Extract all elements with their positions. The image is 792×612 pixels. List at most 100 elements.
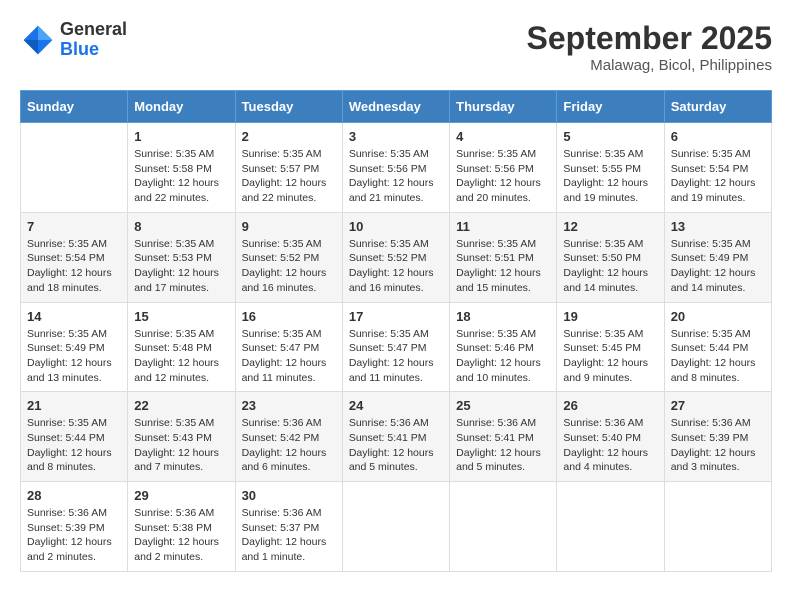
day-info: Sunrise: 5:35 AMSunset: 5:47 PMDaylight:… [349,327,443,386]
day-info: Sunrise: 5:36 AMSunset: 5:41 PMDaylight:… [349,416,443,475]
logo-blue: Blue [60,40,127,60]
week-row-2: 7 Sunrise: 5:35 AMSunset: 5:54 PMDaylight… [21,212,772,302]
day-info: Sunrise: 5:36 AMSunset: 5:39 PMDaylight:… [27,506,121,565]
day-number: 22 [134,398,228,413]
day-info: Sunrise: 5:35 AMSunset: 5:58 PMDaylight:… [134,147,228,206]
day-info: Sunrise: 5:36 AMSunset: 5:40 PMDaylight:… [563,416,657,475]
day-cell: 4 Sunrise: 5:35 AMSunset: 5:56 PMDaylight… [450,123,557,213]
day-number: 2 [242,129,336,144]
header-cell-monday: Monday [128,91,235,123]
day-info: Sunrise: 5:35 AMSunset: 5:52 PMDaylight:… [242,237,336,296]
day-info: Sunrise: 5:35 AMSunset: 5:49 PMDaylight:… [27,327,121,386]
logo: General Blue [20,20,127,60]
week-row-1: 1 Sunrise: 5:35 AMSunset: 5:58 PMDaylight… [21,123,772,213]
day-cell: 12 Sunrise: 5:35 AMSunset: 5:50 PMDayligh… [557,212,664,302]
day-number: 9 [242,219,336,234]
week-row-4: 21Sunrise: 5:35 AMSunset: 5:44 PMDayligh… [21,392,772,482]
header-cell-thursday: Thursday [450,91,557,123]
day-cell: 30Sunrise: 5:36 AMSunset: 5:37 PMDayligh… [235,482,342,572]
day-cell: 25 Sunrise: 5:36 AMSunset: 5:41 PMDayligh… [450,392,557,482]
title-area: September 2025 Malawag, Bicol, Philippin… [527,20,772,74]
day-info: Sunrise: 5:35 AMSunset: 5:56 PMDaylight:… [349,147,443,206]
day-number: 14 [27,309,121,324]
day-info: Sunrise: 5:35 AMSunset: 5:45 PMDaylight:… [563,327,657,386]
day-cell: 13 Sunrise: 5:35 AMSunset: 5:49 PMDayligh… [664,212,771,302]
day-number: 25 [456,398,550,413]
day-cell: 19 Sunrise: 5:35 AMSunset: 5:45 PMDayligh… [557,302,664,392]
day-cell: 7 Sunrise: 5:35 AMSunset: 5:54 PMDaylight… [21,212,128,302]
day-cell: 20Sunrise: 5:35 AMSunset: 5:44 PMDayligh… [664,302,771,392]
day-cell: 3 Sunrise: 5:35 AMSunset: 5:56 PMDaylight… [342,123,449,213]
calendar-table: SundayMondayTuesdayWednesdayThursdayFrid… [20,90,772,572]
day-number: 26 [563,398,657,413]
location: Malawag, Bicol, Philippines [527,57,772,74]
day-cell [450,482,557,572]
day-info: Sunrise: 5:35 AMSunset: 5:43 PMDaylight:… [134,416,228,475]
day-info: Sunrise: 5:35 AMSunset: 5:54 PMDaylight:… [27,237,121,296]
day-cell: 29Sunrise: 5:36 AMSunset: 5:38 PMDayligh… [128,482,235,572]
day-info: Sunrise: 5:35 AMSunset: 5:51 PMDaylight:… [456,237,550,296]
day-info: Sunrise: 5:35 AMSunset: 5:46 PMDaylight:… [456,327,550,386]
logo-general: General [60,20,127,40]
day-info: Sunrise: 5:35 AMSunset: 5:53 PMDaylight:… [134,237,228,296]
day-info: Sunrise: 5:35 AMSunset: 5:44 PMDaylight:… [27,416,121,475]
day-cell: 1 Sunrise: 5:35 AMSunset: 5:58 PMDaylight… [128,123,235,213]
day-cell: 14 Sunrise: 5:35 AMSunset: 5:49 PMDayligh… [21,302,128,392]
day-cell: 26 Sunrise: 5:36 AMSunset: 5:40 PMDayligh… [557,392,664,482]
day-cell: 17 Sunrise: 5:35 AMSunset: 5:47 PMDayligh… [342,302,449,392]
logo-icon [20,22,56,58]
day-cell [21,123,128,213]
day-cell: 6 Sunrise: 5:35 AMSunset: 5:54 PMDaylight… [664,123,771,213]
logo-text: General Blue [60,20,127,60]
day-cell [664,482,771,572]
day-number: 16 [242,309,336,324]
day-cell: 10Sunrise: 5:35 AMSunset: 5:52 PMDayligh… [342,212,449,302]
day-number: 19 [563,309,657,324]
day-number: 12 [563,219,657,234]
calendar-header: SundayMondayTuesdayWednesdayThursdayFrid… [21,91,772,123]
day-info: Sunrise: 5:35 AMSunset: 5:47 PMDaylight:… [242,327,336,386]
day-number: 1 [134,129,228,144]
day-info: Sunrise: 5:36 AMSunset: 5:37 PMDaylight:… [242,506,336,565]
header-cell-sunday: Sunday [21,91,128,123]
day-cell: 9 Sunrise: 5:35 AMSunset: 5:52 PMDaylight… [235,212,342,302]
day-number: 6 [671,129,765,144]
day-info: Sunrise: 5:36 AMSunset: 5:41 PMDaylight:… [456,416,550,475]
day-number: 4 [456,129,550,144]
day-number: 3 [349,129,443,144]
day-cell: 8 Sunrise: 5:35 AMSunset: 5:53 PMDaylight… [128,212,235,302]
day-cell: 5 Sunrise: 5:35 AMSunset: 5:55 PMDaylight… [557,123,664,213]
header-cell-friday: Friday [557,91,664,123]
day-cell: 28Sunrise: 5:36 AMSunset: 5:39 PMDayligh… [21,482,128,572]
day-info: Sunrise: 5:35 AMSunset: 5:48 PMDaylight:… [134,327,228,386]
day-cell [557,482,664,572]
header-cell-tuesday: Tuesday [235,91,342,123]
day-info: Sunrise: 5:35 AMSunset: 5:49 PMDaylight:… [671,237,765,296]
day-cell: 23 Sunrise: 5:36 AMSunset: 5:42 PMDayligh… [235,392,342,482]
header-cell-saturday: Saturday [664,91,771,123]
day-number: 15 [134,309,228,324]
day-number: 8 [134,219,228,234]
day-number: 7 [27,219,121,234]
day-cell [342,482,449,572]
day-info: Sunrise: 5:35 AMSunset: 5:50 PMDaylight:… [563,237,657,296]
day-number: 27 [671,398,765,413]
day-number: 18 [456,309,550,324]
day-info: Sunrise: 5:35 AMSunset: 5:54 PMDaylight:… [671,147,765,206]
week-row-5: 28Sunrise: 5:36 AMSunset: 5:39 PMDayligh… [21,482,772,572]
header: General Blue September 2025 Malawag, Bic… [20,20,772,74]
day-number: 17 [349,309,443,324]
calendar-body: 1 Sunrise: 5:35 AMSunset: 5:58 PMDaylight… [21,123,772,572]
day-number: 24 [349,398,443,413]
day-cell: 21Sunrise: 5:35 AMSunset: 5:44 PMDayligh… [21,392,128,482]
day-number: 23 [242,398,336,413]
day-cell: 2Sunrise: 5:35 AMSunset: 5:57 PMDaylight… [235,123,342,213]
day-number: 13 [671,219,765,234]
day-info: Sunrise: 5:36 AMSunset: 5:42 PMDaylight:… [242,416,336,475]
day-number: 5 [563,129,657,144]
day-info: Sunrise: 5:35 AMSunset: 5:56 PMDaylight:… [456,147,550,206]
month-title: September 2025 [527,20,772,57]
day-info: Sunrise: 5:35 AMSunset: 5:44 PMDaylight:… [671,327,765,386]
day-number: 10 [349,219,443,234]
day-info: Sunrise: 5:35 AMSunset: 5:55 PMDaylight:… [563,147,657,206]
